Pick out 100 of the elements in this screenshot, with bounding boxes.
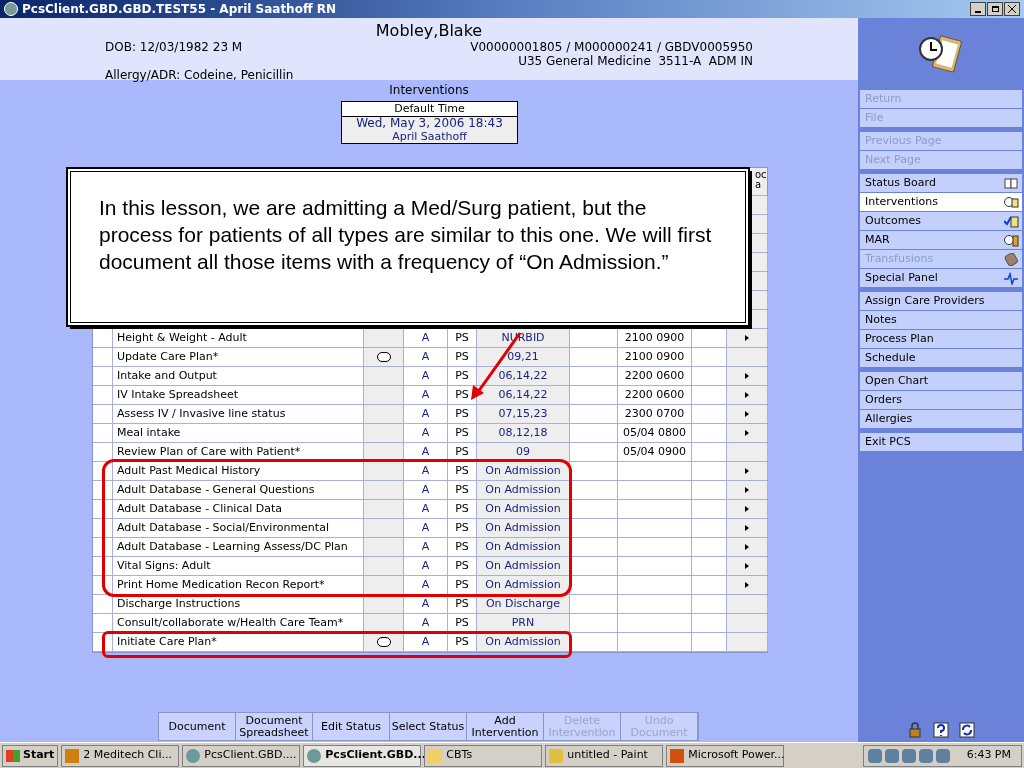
table-cell: A: [404, 348, 448, 366]
taskbar-button[interactable]: PcsClient.GBD....: [182, 744, 301, 767]
account-numbers: V00000001805 / M000000241 / GBDV0005950: [470, 39, 753, 55]
comment-icon[interactable]: [376, 352, 391, 362]
submenu-arrow-icon[interactable]: [745, 373, 749, 379]
column-header: oc: [755, 170, 767, 180]
start-button[interactable]: Start: [2, 744, 59, 767]
submenu-arrow-icon[interactable]: [745, 468, 749, 474]
default-time-value: Wed, May 3, 2006 18:43: [355, 117, 504, 130]
table-cell: 09,21: [477, 348, 570, 366]
submenu-arrow-icon[interactable]: [745, 392, 749, 398]
sidebar-item[interactable]: MAR: [860, 231, 1022, 249]
taskbar-button[interactable]: 2 Meditech Cli...: [61, 744, 180, 767]
sidebar-item[interactable]: Interventions: [860, 193, 1022, 211]
taskbar-clock: 6:43 PM: [966, 747, 1011, 764]
refresh-icon[interactable]: [959, 722, 975, 738]
checklist-icon: [1004, 214, 1019, 228]
table-cell: On Admission: [477, 481, 570, 499]
window-title: PcsClient.GBD.GBD.TEST55 - April Saathoff RN: [22, 1, 337, 18]
table-cell: On Admission: [477, 462, 570, 480]
taskbar-button[interactable]: untitled - Paint: [545, 744, 664, 767]
table-cell: A: [404, 462, 448, 480]
table-cell: 05/04 0800: [618, 424, 692, 442]
action-button[interactable]: Edit Status: [313, 713, 390, 740]
comment-icon[interactable]: [376, 637, 391, 647]
table-cell: On Admission: [477, 576, 570, 594]
sidebar-item[interactable]: Schedule: [860, 349, 1022, 367]
submenu-arrow-icon[interactable]: [745, 411, 749, 417]
table-cell: 2300 0700: [618, 405, 692, 423]
action-button[interactable]: Select Status: [390, 713, 467, 740]
submenu-arrow-icon[interactable]: [745, 544, 749, 550]
table-cell: A: [404, 557, 448, 575]
table-cell: 09: [477, 443, 570, 461]
callout-text: In this lesson, we are admitting a Med/Surg patient, but the process for patients of all types are similar to this one. We will first document all those items with a frequency of “On Admission.”: [99, 195, 713, 275]
table-cell: On Admission: [477, 557, 570, 575]
table-cell: A: [404, 367, 448, 385]
action-button[interactable]: Document: [159, 713, 236, 740]
globe-icon: [186, 748, 201, 763]
action-button[interactable]: Add Intervention: [467, 713, 544, 740]
table-cell: 2200 0600: [618, 386, 692, 404]
sidebar-item[interactable]: Allergies: [860, 410, 1022, 428]
submenu-arrow-icon[interactable]: [745, 335, 749, 341]
table-cell: On Admission: [477, 538, 570, 556]
presentation-icon: [670, 748, 685, 763]
globe-icon: [307, 748, 322, 763]
table-cell: A: [404, 443, 448, 461]
clock-bottle-icon: [1004, 233, 1019, 247]
sidebar-item[interactable]: Notes: [860, 311, 1022, 329]
table-cell: A: [404, 424, 448, 442]
sidebar-item[interactable]: Outcomes: [860, 212, 1022, 230]
pulse-icon: [1004, 271, 1019, 285]
sidebar-item[interactable]: Special Panel: [860, 269, 1022, 287]
pouch-icon: [1004, 252, 1019, 266]
table-cell: 2100 0900: [618, 348, 692, 366]
page-title: Interventions: [388, 82, 470, 99]
table-cell: A: [404, 386, 448, 404]
book-icon: [1004, 176, 1019, 190]
taskbar-button[interactable]: CBTs: [424, 744, 543, 767]
clock-notepad-icon: [1004, 195, 1019, 209]
taskbar-button[interactable]: Microsoft Power...: [666, 744, 785, 767]
patient-allergies: Allergy/ADR: Codeine, Penicillin: [105, 67, 294, 84]
action-button[interactable]: Document Spreadsheet: [236, 713, 313, 740]
table-cell: A: [404, 519, 448, 537]
sidebar-item[interactable]: Open Chart: [860, 372, 1022, 390]
submenu-arrow-icon[interactable]: [745, 582, 749, 588]
patient-location: U35 General Medicine 3511-A ADM IN: [518, 53, 753, 70]
submenu-arrow-icon[interactable]: [745, 430, 749, 436]
table-cell: A: [404, 405, 448, 423]
table-cell: On Admission: [477, 519, 570, 537]
table-cell: A: [404, 538, 448, 556]
lock-icon[interactable]: [907, 722, 923, 738]
table-cell: On Admission: [477, 500, 570, 518]
sidebar-item[interactable]: Exit PCS: [860, 433, 1022, 451]
folder-icon: [428, 748, 443, 763]
table-cell: 07,15,23: [477, 405, 570, 423]
windows-logo-icon: [6, 749, 20, 762]
column-header: a: [755, 180, 762, 190]
restore-button[interactable]: [987, 2, 1003, 16]
app-icon: [4, 2, 18, 16]
table-cell: A: [404, 614, 448, 632]
sidebar-item[interactable]: Status Board: [860, 174, 1022, 192]
table-cell: 2200 0600: [618, 367, 692, 385]
submenu-arrow-icon[interactable]: [745, 563, 749, 569]
sidebar-item[interactable]: Process Plan: [860, 330, 1022, 348]
default-time-label: Default Time: [342, 102, 517, 117]
minimize-button[interactable]: [970, 2, 986, 16]
sidebar-item[interactable]: Assign Care Providers: [860, 292, 1022, 310]
paint-icon: [549, 748, 564, 763]
sidebar-item[interactable]: Orders: [860, 391, 1022, 409]
submenu-arrow-icon[interactable]: [745, 525, 749, 531]
submenu-arrow-icon[interactable]: [745, 487, 749, 493]
patient-dob: DOB: 12/03/1982 23 M: [105, 39, 243, 56]
default-time-user: April Saathoff: [391, 130, 468, 143]
table-cell: PRN: [477, 614, 570, 632]
taskbar-button[interactable]: PcsClient.GBD...: [303, 744, 422, 767]
table-cell: 05/04 0900: [618, 443, 692, 461]
submenu-arrow-icon[interactable]: [745, 506, 749, 512]
help-icon[interactable]: [933, 722, 949, 738]
close-button[interactable]: [1004, 2, 1020, 16]
patient-name: Mobley,Blake: [374, 20, 484, 42]
